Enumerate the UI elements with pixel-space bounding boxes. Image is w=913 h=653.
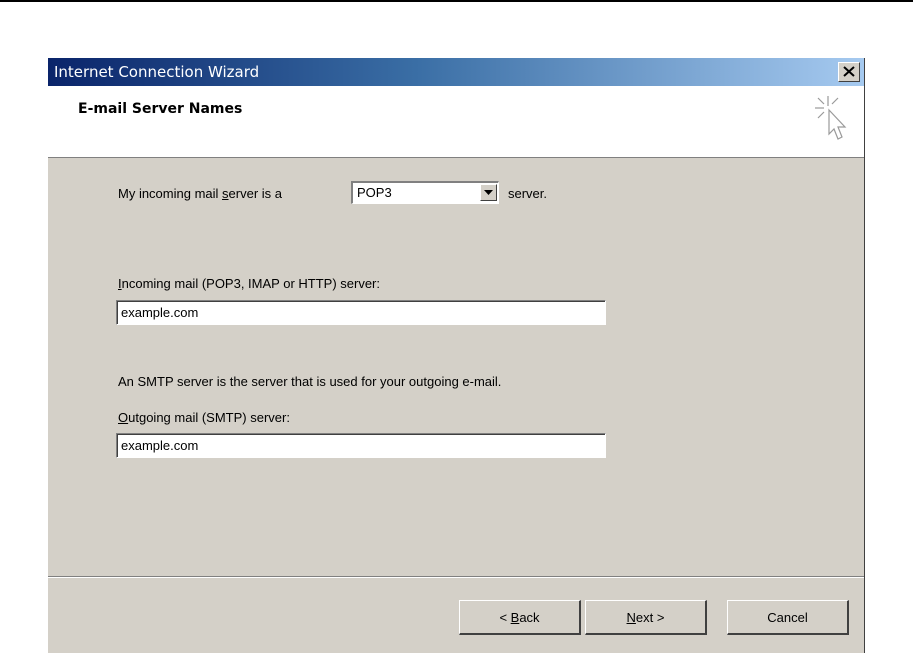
cancel-button[interactable]: Cancel <box>727 600 849 635</box>
dropdown-button[interactable] <box>480 184 497 201</box>
close-icon <box>843 66 855 77</box>
title-bar[interactable]: Internet Connection Wizard <box>48 58 864 86</box>
footer-divider <box>48 576 864 578</box>
incoming-server-input[interactable] <box>116 300 606 325</box>
back-button[interactable]: < Back <box>459 600 581 635</box>
smtp-description: An SMTP server is the server that is use… <box>118 374 502 389</box>
outgoing-server-label: Outgoing mail (SMTP) server: <box>118 410 290 425</box>
outgoing-server-input[interactable] <box>116 433 606 458</box>
server-suffix-label: server. <box>508 186 548 201</box>
wizard-content: My incoming mail server is a POP3 server… <box>48 158 864 578</box>
server-type-label: My incoming mail server is a <box>118 186 282 201</box>
server-type-dropdown[interactable]: POP3 <box>351 181 499 204</box>
wizard-window: Internet Connection Wizard E-mail Server… <box>47 58 865 653</box>
next-button[interactable]: Next > <box>585 600 707 635</box>
wizard-cursor-icon <box>815 96 847 140</box>
close-button[interactable] <box>838 62 860 82</box>
window-title: Internet Connection Wizard <box>54 63 260 81</box>
incoming-server-label: Incoming mail (POP3, IMAP or HTTP) serve… <box>118 276 380 291</box>
page-title: E-mail Server Names <box>78 101 243 117</box>
chevron-down-icon <box>484 190 493 195</box>
top-rule <box>0 0 913 2</box>
server-type-value: POP3 <box>357 185 392 200</box>
wizard-header: E-mail Server Names <box>48 86 864 158</box>
